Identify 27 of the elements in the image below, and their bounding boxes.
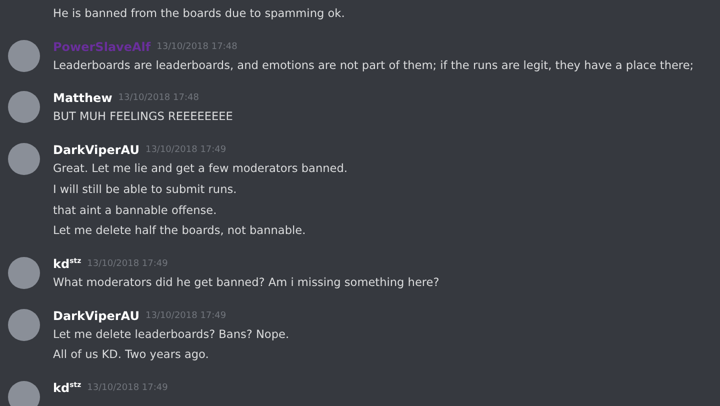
message-text: Let me delete leaderboards? Bans? Nope. (53, 326, 290, 343)
avatar[interactable] (8, 256, 40, 289)
message-text: I will still be able to submit runs. (53, 182, 237, 198)
timestamp: 13/10/2018 17:49 (87, 383, 168, 394)
username[interactable]: Matthew (53, 91, 112, 106)
username[interactable]: kd$^{stz}$ (53, 256, 82, 271)
message-text: All of us KD. Two years ago. (53, 347, 209, 364)
message-text: BUT MUH FEELINGS REEEEEEEE (53, 109, 233, 126)
username[interactable]: kd$^{stz}$ (53, 381, 82, 396)
message-text: that aint a bannable offense. (53, 202, 217, 219)
message-text: Great. Let me lie and get a few moderators banned. (53, 161, 348, 178)
timestamp: 13/10/2018 17:49 (145, 310, 226, 321)
message-text: Let me delete half the boards, not bannable. (53, 223, 306, 240)
avatar[interactable] (8, 143, 40, 176)
timestamp: 13/10/2018 17:48 (156, 42, 238, 52)
message-text: He is banned from the boards due to spamming ok. (53, 6, 345, 22)
timestamp: 13/10/2018 17:48 (118, 93, 199, 104)
timestamp: 13/10/2018 17:49 (145, 145, 226, 156)
timestamp: 13/10/2018 17:49 (87, 258, 168, 269)
avatar[interactable] (8, 40, 40, 72)
avatar[interactable] (8, 308, 40, 341)
avatar[interactable] (8, 381, 40, 406)
avatar[interactable] (8, 91, 40, 124)
message-text: What moderators did he get banned? Am i missing something here? (53, 274, 440, 291)
message-text: Leaderboards are leaderboards, and emotions are not part of them; if the runs are legit, they have a place there; (53, 58, 694, 74)
username[interactable]: DarkViperAU (53, 308, 140, 323)
username[interactable]: DarkViperAU (53, 143, 140, 158)
